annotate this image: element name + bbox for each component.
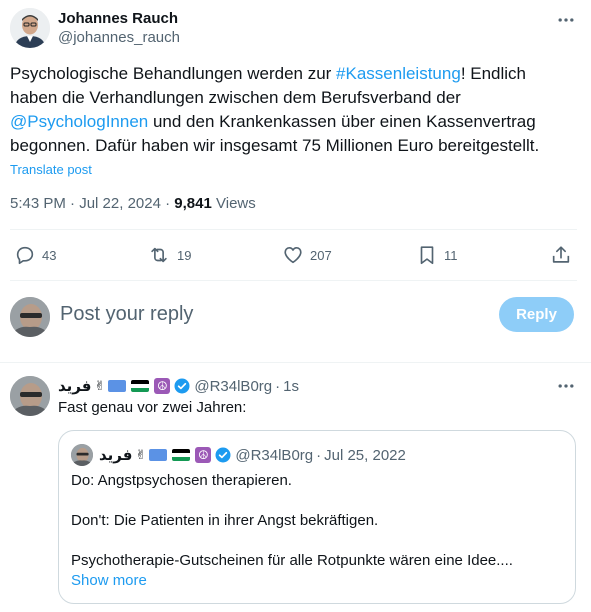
author-avatar[interactable] xyxy=(10,8,50,48)
reply-action[interactable]: 43 xyxy=(14,244,56,266)
like-action[interactable]: 207 xyxy=(282,244,332,266)
reply-icon xyxy=(14,244,36,266)
reply-author-handle[interactable]: @R34lB0rg xyxy=(194,378,272,395)
peace-symbol-icon: ☮ xyxy=(195,447,212,463)
post-text: Psychologische Behandlungen werden zur #… xyxy=(10,62,575,158)
meta-separator: · xyxy=(165,195,171,212)
victory-hand-icon: ✌ xyxy=(94,378,106,393)
show-more-link[interactable]: Show more xyxy=(71,572,147,589)
mention-link[interactable]: @PsychologInnen xyxy=(10,112,148,131)
repost-icon xyxy=(147,244,171,266)
current-user-avatar[interactable] xyxy=(10,297,50,337)
more-horizontal-icon[interactable] xyxy=(556,10,576,30)
quote-author-avatar xyxy=(71,444,93,466)
quote-line-1: Do: Angstpsychosen therapieren. xyxy=(71,472,292,489)
hashtag-link[interactable]: #Kassenleistung xyxy=(336,64,461,83)
palestine-flag-icon xyxy=(131,380,150,392)
quote-author-handle: @R34lB0rg xyxy=(235,446,314,464)
victory-hand-icon: ✌ xyxy=(135,447,147,462)
reply-input[interactable]: Post your reply xyxy=(60,303,480,329)
views-count: 9,841 xyxy=(174,195,212,212)
verified-badge-icon xyxy=(214,446,232,464)
repost-count: 19 xyxy=(177,247,192,263)
peace-symbol-icon: ☮ xyxy=(154,378,171,394)
reply-author-avatar[interactable] xyxy=(10,376,50,416)
divider xyxy=(10,229,577,230)
author-name[interactable]: Johannes Rauch xyxy=(58,10,178,27)
meta-separator: · xyxy=(70,195,76,212)
quote-line-2: Don't: Die Patienten in ihrer Angst bekr… xyxy=(71,512,379,529)
meta-separator: · xyxy=(275,377,281,395)
bookmark-action[interactable]: 11 xyxy=(416,244,458,266)
share-icon[interactable] xyxy=(550,244,572,266)
post-time[interactable]: 5:43 PM xyxy=(10,195,66,212)
views-label: Views xyxy=(216,195,256,212)
translate-post-link[interactable]: Translate post xyxy=(10,162,92,177)
bookmark-icon xyxy=(416,244,438,266)
post-text-part1: Psychologische Behandlungen werden zur xyxy=(10,64,337,83)
quote-author-name: فريد xyxy=(99,447,133,464)
reply-text: Fast genau vor zwei Jahren: xyxy=(58,399,247,416)
un-flag-icon xyxy=(108,380,127,392)
divider xyxy=(10,280,577,281)
bookmark-count: 11 xyxy=(444,247,458,263)
quote-line-3: Psychotherapie-Gutscheinen für alle Rotp… xyxy=(71,552,513,569)
reply-count: 43 xyxy=(42,247,57,263)
quote-header: فريد ✌ ☮ @R34lB0rg · Jul 25, 2022 xyxy=(99,445,406,465)
repost-action[interactable]: 19 xyxy=(147,244,191,266)
reply-header: فريد ✌ ☮ @R34lB0rg · 1s xyxy=(58,376,299,396)
meta-separator: · xyxy=(316,446,322,464)
verified-badge-icon xyxy=(173,377,191,395)
reply-time[interactable]: 1s xyxy=(283,378,299,395)
post-meta: 5:43 PM · Jul 22, 2024 · 9,841 Views xyxy=(10,195,256,212)
reply-more-icon[interactable] xyxy=(556,376,576,396)
author-handle[interactable]: @johannes_rauch xyxy=(58,29,180,46)
quote-date: Jul 25, 2022 xyxy=(324,446,406,464)
heart-icon xyxy=(282,244,304,266)
post-date[interactable]: Jul 22, 2024 xyxy=(79,195,161,212)
reply-author-name[interactable]: فريد xyxy=(58,377,91,395)
un-flag-icon xyxy=(149,449,168,461)
reply-button[interactable]: Reply xyxy=(499,297,574,332)
palestine-flag-icon xyxy=(172,449,191,461)
like-count: 207 xyxy=(310,247,332,263)
divider xyxy=(0,362,591,363)
